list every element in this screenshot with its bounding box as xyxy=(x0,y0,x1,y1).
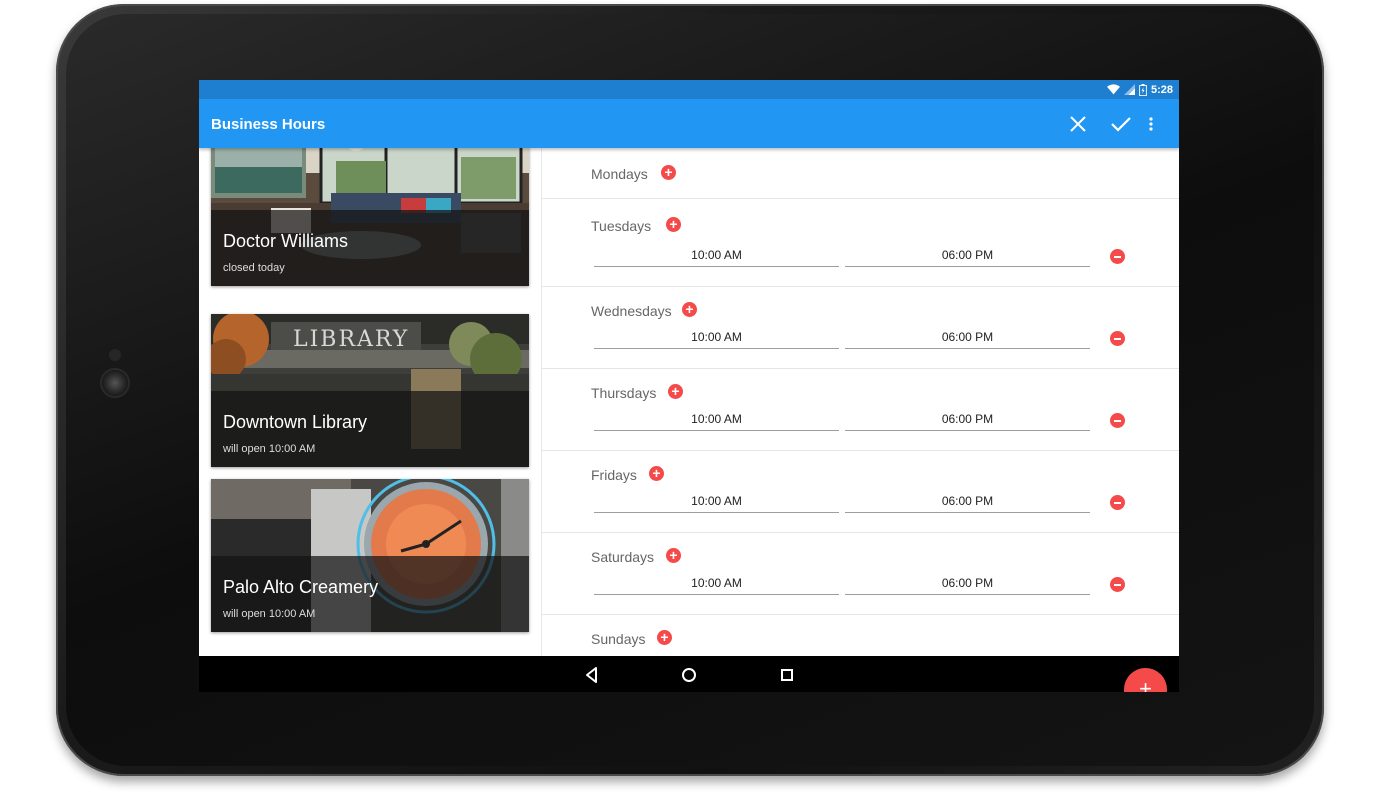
remove-hours-button[interactable] xyxy=(1110,577,1125,592)
check-icon xyxy=(1111,117,1131,132)
place-status: will open 10:00 AM xyxy=(223,443,316,455)
open-time-field[interactable]: 10:00 AM xyxy=(594,411,839,431)
day-row-saturdays: Saturdays + 10:00 AM 06:00 PM xyxy=(542,533,1179,615)
nav-recents-button[interactable] xyxy=(777,665,797,685)
day-label: Tuesdays xyxy=(591,218,652,234)
day-label: Mondays xyxy=(591,166,648,182)
add-hours-button[interactable]: + xyxy=(657,630,672,645)
place-name: Palo Alto Creamery xyxy=(223,577,379,597)
recents-icon xyxy=(781,669,793,681)
close-time-field[interactable]: 06:00 PM xyxy=(845,247,1090,267)
close-time-field[interactable]: 06:00 PM xyxy=(845,493,1090,513)
remove-hours-button[interactable] xyxy=(1110,249,1125,264)
open-time-field[interactable]: 10:00 AM xyxy=(594,575,839,595)
place-status: closed today xyxy=(223,262,285,274)
add-hours-button[interactable]: + xyxy=(661,165,676,180)
close-time-field[interactable]: 06:00 PM xyxy=(845,329,1090,349)
day-label: Sundays xyxy=(591,631,646,647)
add-hours-button[interactable]: + xyxy=(682,302,697,317)
card-caption: Downtown Library will open 10:00 AM xyxy=(211,391,529,467)
place-card-downtown-library[interactable]: LIBRARY Downtown Library will open 10:00… xyxy=(211,314,529,467)
front-camera xyxy=(102,370,128,396)
day-row-tuesdays: Tuesdays + 10:00 AM 06:00 PM xyxy=(542,199,1179,287)
day-label: Thursdays xyxy=(591,385,657,401)
place-name: Doctor Williams xyxy=(223,231,349,251)
place-name: Downtown Library xyxy=(223,412,368,432)
home-icon xyxy=(682,668,696,682)
place-card-palo-alto-creamery[interactable]: Palo Alto Creamery will open 10:00 AM xyxy=(211,479,529,632)
day-row-fridays: Fridays + 10:00 AM 06:00 PM xyxy=(542,451,1179,533)
more-vert-icon xyxy=(1149,117,1153,131)
wifi-icon xyxy=(1106,84,1120,95)
nav-back-button[interactable] xyxy=(582,665,602,685)
content-area: Doctor Williams closed today LIBRARY Dow… xyxy=(199,148,1179,692)
confirm-button[interactable] xyxy=(1109,112,1133,136)
remove-hours-button[interactable] xyxy=(1110,495,1125,510)
open-time-field[interactable]: 10:00 AM xyxy=(594,329,839,349)
day-label: Wednesdays xyxy=(591,303,672,319)
battery-icon xyxy=(1139,83,1147,96)
day-label: Fridays xyxy=(591,467,637,483)
nav-home-button[interactable] xyxy=(679,665,699,685)
open-time-field[interactable]: 10:00 AM xyxy=(594,247,839,267)
day-row-wednesdays: Wednesdays + 10:00 AM 06:00 PM xyxy=(542,287,1179,369)
place-card-doctor-williams[interactable]: Doctor Williams closed today xyxy=(211,148,529,286)
open-time-field[interactable]: 10:00 AM xyxy=(594,493,839,513)
close-time-field[interactable]: 06:00 PM xyxy=(845,575,1090,595)
card-caption: Palo Alto Creamery will open 10:00 AM xyxy=(211,556,529,632)
nav-bar xyxy=(199,656,1179,692)
light-sensor xyxy=(109,349,121,361)
app-bar: Business Hours xyxy=(199,99,1179,148)
close-time-field[interactable]: 06:00 PM xyxy=(845,411,1090,431)
places-list: Doctor Williams closed today LIBRARY Dow… xyxy=(199,148,542,656)
add-hours-button[interactable]: + xyxy=(649,466,664,481)
day-label: Saturdays xyxy=(591,549,655,565)
day-row-mondays: Mondays + xyxy=(542,148,1179,199)
close-button[interactable] xyxy=(1066,112,1090,136)
hours-editor: Mondays + Tuesdays + 10:00 AM 06:00 PM W… xyxy=(542,148,1179,656)
day-row-sundays: Sundays + xyxy=(542,615,1179,656)
overflow-menu-button[interactable] xyxy=(1145,112,1157,136)
close-icon xyxy=(1070,116,1086,132)
day-row-thursdays: Thursdays + 10:00 AM 06:00 PM xyxy=(542,369,1179,451)
back-icon xyxy=(586,667,597,683)
add-hours-button[interactable]: + xyxy=(666,548,681,563)
add-hours-button[interactable]: + xyxy=(668,384,683,399)
status-bar: 5:28 xyxy=(199,80,1179,99)
svg-text:LIBRARY: LIBRARY xyxy=(293,327,409,352)
remove-hours-button[interactable] xyxy=(1110,331,1125,346)
signal-icon xyxy=(1123,84,1135,95)
screen: 5:28 Business Hours Doctor Williams clos… xyxy=(199,80,1179,692)
place-status: will open 10:00 AM xyxy=(223,608,316,620)
card-caption: Doctor Williams closed today xyxy=(211,210,529,286)
remove-hours-button[interactable] xyxy=(1110,413,1125,428)
status-time: 5:28 xyxy=(1150,83,1173,96)
add-hours-button[interactable]: + xyxy=(666,217,681,232)
page-title: Business Hours xyxy=(211,116,326,133)
